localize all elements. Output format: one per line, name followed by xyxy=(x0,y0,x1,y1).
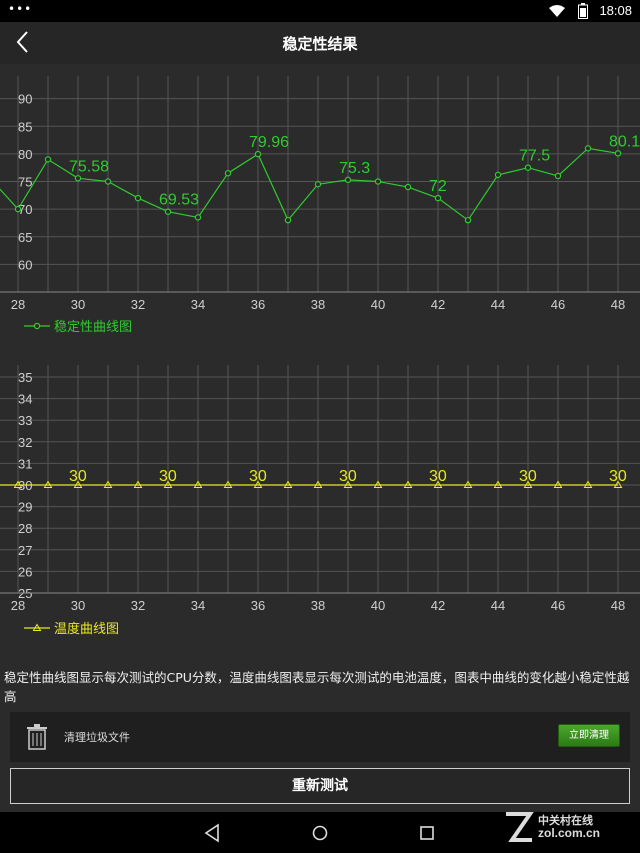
cpu-chart-svg: 9085807570656028 30 32 34 36 38 40 42 44 46 4875.5… xyxy=(0,76,640,334)
data-point xyxy=(494,171,502,179)
cpu-stability-chart: 90 85 80 75 70 65 60 28 30 32 34 36 38 40 42 44 46 48 75.5… xyxy=(0,64,640,344)
data-point xyxy=(104,178,112,185)
x-tick-label: 32 xyxy=(131,297,145,312)
data-point xyxy=(584,145,592,152)
data-label: 30 xyxy=(609,468,627,485)
data-point xyxy=(44,156,52,163)
legend-label: 稳定性曲线图 xyxy=(54,319,132,334)
data-label: 30 xyxy=(339,468,357,485)
data-point xyxy=(284,216,292,224)
data-point xyxy=(254,150,262,158)
retest-button[interactable]: 重新测试 xyxy=(10,768,630,804)
nav-back-icon[interactable] xyxy=(202,822,224,844)
data-label: 30 xyxy=(429,468,447,485)
data-label: 69.53 xyxy=(159,192,199,209)
data-point xyxy=(524,164,532,171)
data-point xyxy=(74,175,82,182)
data-label: 79.96 xyxy=(249,134,289,151)
data-label: 30 xyxy=(249,468,267,485)
nav-recents-icon[interactable] xyxy=(416,822,438,844)
data-label: 30 xyxy=(159,468,177,485)
clean-now-button[interactable]: 立即清理 xyxy=(558,724,620,747)
data-point xyxy=(134,194,142,202)
y-tick-label: 35 xyxy=(18,370,32,385)
data-point xyxy=(224,170,232,177)
data-label: 30 xyxy=(69,468,87,485)
zol-logo-icon xyxy=(506,812,534,842)
data-point xyxy=(374,178,382,185)
y-tick-label: 29 xyxy=(18,500,32,515)
x-tick-label: 48 xyxy=(611,598,625,613)
data-point xyxy=(614,150,622,157)
data-point xyxy=(464,216,472,224)
y-tick-label: 90 xyxy=(18,92,32,107)
data-label: 75.58 xyxy=(69,158,109,175)
data-point xyxy=(14,205,22,213)
x-tick-label: 28 xyxy=(11,297,25,312)
x-tick-label: 40 xyxy=(371,598,385,613)
y-tick-label: 65 xyxy=(18,230,32,245)
legend-label: 温度曲线图 xyxy=(54,621,119,636)
y-tick-label: 28 xyxy=(18,521,32,536)
x-tick-label: 42 xyxy=(431,598,445,613)
x-tick-label: 30 xyxy=(71,598,85,613)
clock: 18:08 xyxy=(599,3,632,18)
cleanup-label: 清理垃圾文件 xyxy=(64,731,130,744)
data-point xyxy=(314,181,322,188)
data-label: 30 xyxy=(519,468,537,485)
data-point xyxy=(344,176,352,184)
y-tick-label: 34 xyxy=(18,392,32,407)
x-tick-label: 48 xyxy=(611,297,625,312)
data-label: 80.1 xyxy=(609,133,640,150)
x-tick-label: 34 xyxy=(191,297,205,312)
nav-home-icon[interactable] xyxy=(309,822,331,844)
y-tick-label: 32 xyxy=(18,435,32,450)
chart-description: 稳定性曲线图显示每次测试的CPU分数，温度曲线图表显示每次测试的电池温度，图表中… xyxy=(4,670,630,704)
watermark-en: zol.com.cn xyxy=(538,826,601,840)
legend-marker xyxy=(33,322,41,330)
data-point xyxy=(434,194,442,202)
y-tick-label: 31 xyxy=(18,456,32,471)
x-tick-label: 42 xyxy=(431,297,445,312)
x-tick-label: 36 xyxy=(251,297,265,312)
data-point xyxy=(554,172,562,180)
x-tick-label: 44 xyxy=(491,297,505,312)
x-tick-label: 30 xyxy=(71,297,85,312)
data-label: 75.3 xyxy=(339,160,370,177)
data-label: 77.5 xyxy=(519,148,550,165)
x-tick-label: 40 xyxy=(371,297,385,312)
y-tick-label: 80 xyxy=(18,147,32,162)
notification-dots: ••• xyxy=(8,2,33,16)
cleanup-row: 清理垃圾文件 立即清理 xyxy=(10,712,630,762)
x-tick-label: 36 xyxy=(251,598,265,613)
zol-watermark: 中关村在线 zol.com.cn xyxy=(502,808,634,848)
y-tick-label: 26 xyxy=(18,564,32,579)
y-tick-label: 27 xyxy=(18,543,32,558)
data-point xyxy=(164,208,172,215)
temp-chart-svg: 353433323130292827262528 30 32 34 36 38 40 42 44… xyxy=(0,365,640,636)
x-tick-label: 32 xyxy=(131,598,145,613)
app-bar: 稳定性结果 xyxy=(0,22,640,64)
x-tick-label: 44 xyxy=(491,598,505,613)
page-title: 稳定性结果 xyxy=(282,35,358,53)
wifi-icon xyxy=(549,5,565,17)
y-tick-label: 33 xyxy=(18,413,32,428)
x-tick-label: 38 xyxy=(311,598,325,613)
data-point xyxy=(404,183,412,191)
x-tick-label: 38 xyxy=(311,297,325,312)
temperature-chart: 35 34 33 32 31 30 29 28 27 26 25 28 30 32 34 36 38 40 42 44… xyxy=(0,355,640,645)
y-tick-label: 60 xyxy=(18,257,32,272)
x-tick-label: 34 xyxy=(191,598,205,613)
x-tick-label: 46 xyxy=(551,297,565,312)
status-bar: ••• 18:08 xyxy=(0,0,640,22)
y-tick-label: 75 xyxy=(18,175,32,190)
x-tick-label: 46 xyxy=(551,598,565,613)
data-point xyxy=(194,214,202,221)
x-tick-label: 28 xyxy=(11,598,25,613)
y-tick-label: 85 xyxy=(18,119,32,134)
battery-icon xyxy=(578,3,588,19)
data-label: 72 xyxy=(429,178,447,195)
trash-icon xyxy=(27,724,47,750)
